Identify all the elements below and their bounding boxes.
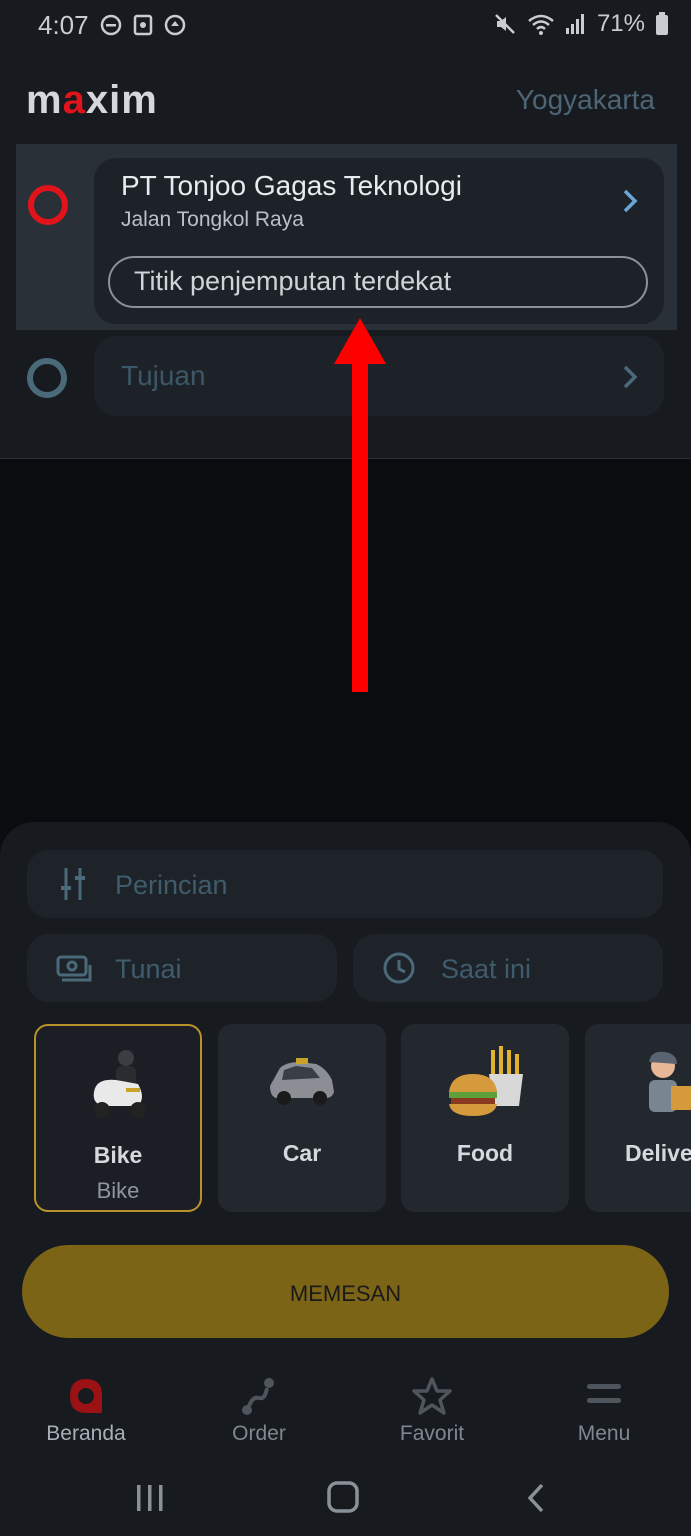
time-label: Saat ini [441, 954, 532, 984]
sync-icon [164, 14, 186, 36]
pickup-subtitle: Jalan Tongkol Raya [121, 208, 304, 231]
pickup-title: PT Tonjoo Gagas Teknologi [121, 170, 462, 201]
home-button-icon[interactable] [326, 1480, 360, 1514]
details-label: Perincian [115, 870, 228, 900]
category-label: Bike [93, 1142, 143, 1168]
screenshot-icon [133, 14, 153, 36]
signal-icon [565, 14, 584, 34]
category-sublabel: Bike [96, 1178, 140, 1203]
nav-order[interactable]: Order [189, 1376, 329, 1446]
courier-icon [649, 1051, 691, 1112]
category-label: Car [282, 1140, 322, 1166]
star-icon [412, 1377, 452, 1415]
status-system-icons: 71% [493, 10, 669, 38]
category-car[interactable]: Car [218, 1024, 386, 1212]
clock-icon [383, 952, 415, 984]
status-time: 4:07 [38, 10, 89, 40]
nav-label: Order [232, 1422, 286, 1445]
battery-percent: 71% [596, 10, 645, 37]
car-icon [270, 1058, 334, 1105]
cash-icon [56, 955, 92, 982]
order-button-label: MEMESAN [289, 1281, 402, 1306]
pickup-marker-icon [28, 185, 68, 225]
dnd-icon [100, 14, 122, 36]
arrow-up-icon [334, 318, 386, 692]
destination-placeholder: Tujuan [121, 360, 206, 391]
category-food[interactable]: Food [401, 1024, 569, 1212]
back-icon[interactable] [524, 1482, 548, 1514]
payment-label: Tunai [115, 954, 182, 984]
nav-label: Beranda [46, 1422, 126, 1445]
chevron-right-icon[interactable] [620, 188, 640, 214]
scooter-icon [93, 1050, 146, 1118]
mute-icon [495, 14, 515, 34]
city-selector[interactable]: Yogyakarta [516, 84, 655, 116]
burger-fries-icon [449, 1046, 523, 1116]
status-notification-icons [100, 14, 186, 36]
category-label: Food [456, 1140, 514, 1166]
menu-icon [587, 1384, 621, 1403]
nav-menu[interactable]: Menu [534, 1376, 674, 1446]
sliders-icon [61, 868, 85, 900]
nav-favorit[interactable]: Favorit [362, 1376, 502, 1446]
battery-icon [656, 12, 668, 35]
wifi-icon [528, 14, 554, 35]
maxim-logo: maxim [26, 78, 158, 122]
destination-marker-icon [27, 358, 67, 398]
category-delivery[interactable]: Delive [585, 1024, 691, 1212]
nav-label: Favorit [399, 1422, 465, 1445]
category-bike[interactable]: Bike Bike [34, 1024, 202, 1212]
chevron-right-icon[interactable] [620, 364, 640, 390]
category-label: Delive [625, 1140, 691, 1166]
nav-beranda[interactable]: Beranda [16, 1376, 156, 1446]
recent-apps-icon[interactable] [134, 1482, 166, 1514]
nav-label: Menu [577, 1422, 631, 1445]
route-icon [242, 1378, 274, 1415]
nearest-pickup-label: Titik penjemputan terdekat [134, 266, 452, 296]
home-icon [70, 1379, 102, 1413]
